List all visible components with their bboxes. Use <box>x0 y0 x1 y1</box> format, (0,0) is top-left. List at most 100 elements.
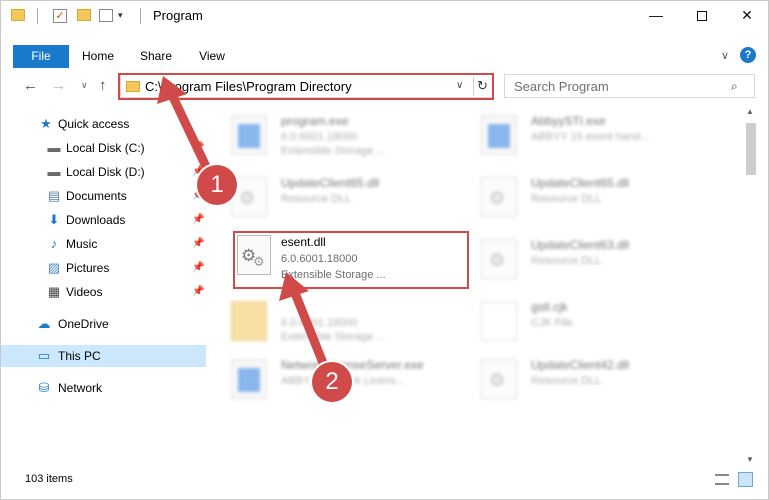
sidebar-item-label: Documents <box>66 189 127 203</box>
large-icons-view-icon[interactable] <box>738 472 753 487</box>
vertical-scrollbar[interactable]: ▲ ▼ <box>743 105 759 467</box>
sidebar-item-onedrive[interactable]: ☁ OneDrive <box>1 313 206 335</box>
file-detail: CJK File <box>531 317 573 329</box>
file-name: NetworkLicenseServer.exe <box>281 358 424 372</box>
up-button[interactable]: ↑ <box>99 77 107 94</box>
ribbon-tabs: File Home Share View ∨ ? <box>1 45 768 68</box>
documents-icon: ▤ <box>47 188 61 203</box>
pin-icon: 📌 <box>192 286 205 297</box>
file-list: program.exe 6.0.6001.18000 Extensible St… <box>211 105 741 467</box>
sidebar-item-label: Network <box>58 381 103 395</box>
navigation-bar: ← → ∨ ↑ C:\Program Files\Program Directo… <box>1 71 768 103</box>
file-name: esent.dll <box>281 235 326 249</box>
file-tile[interactable]: UpdateClient65.dll Resource DLL <box>211 169 441 229</box>
tab-home[interactable]: Home <box>71 45 125 68</box>
sidebar-item-quick-access[interactable]: ★ Quick access <box>1 113 206 135</box>
recent-locations-button[interactable]: ∨ <box>81 80 88 91</box>
file-detail: 6.0.6001.18000 <box>281 131 358 143</box>
dll-file-icon <box>481 239 517 279</box>
dll-file-icon: ⚙ ⚙ <box>237 235 271 275</box>
tab-file[interactable]: File <box>13 45 69 68</box>
file-detail: ABBYY 15 event hand... <box>531 131 650 143</box>
file-tile[interactable]: UpdateClient65.dll Resource DLL <box>461 169 691 229</box>
details-view-icon[interactable] <box>715 474 729 485</box>
exe-file-icon <box>231 359 267 399</box>
computer-icon: ▭ <box>37 348 51 363</box>
pin-icon: 📌 <box>192 142 205 153</box>
cloud-icon: ☁ <box>37 316 51 331</box>
sidebar-item-label: Local Disk (C:) <box>66 141 145 155</box>
sidebar-item-music[interactable]: ♪ Music 📌 <box>1 233 206 255</box>
file-tile[interactable]: UpdateClient42.dll Resource DLL <box>461 351 691 411</box>
sidebar-item-label: Pictures <box>66 261 110 275</box>
expand-ribbon-chevron-icon[interactable]: ∨ <box>721 49 729 62</box>
dll-file-icon <box>481 359 517 399</box>
file-detail: 6.0.6001.18000 <box>281 317 358 329</box>
file-description: Extensible Storage ... <box>281 269 386 281</box>
maximize-icon <box>697 11 707 22</box>
gear-icon: ⚙ <box>253 254 265 269</box>
properties-check-icon[interactable]: ✓ <box>53 9 67 23</box>
file-tile[interactable]: AbbyySTI.exe ABBYY 15 event hand... <box>461 107 691 167</box>
sidebar-item-this-pc[interactable]: ▭ This PC <box>1 345 206 367</box>
file-detail: Extensible Storage ... <box>281 331 386 343</box>
file-explorer-window: ✓ ▾ Program — ✕ File Home Share View ∨ ?… <box>0 0 769 500</box>
sidebar-item-documents[interactable]: ▤ Documents 📌 <box>1 185 206 207</box>
sidebar-item-label: OneDrive <box>58 317 109 331</box>
network-icon: ⛁ <box>38 380 50 395</box>
search-icon[interactable]: ⌕ <box>731 79 738 94</box>
pin-icon: 📌 <box>192 262 205 273</box>
properties-icon[interactable] <box>99 9 113 22</box>
scroll-up-arrow-icon[interactable]: ▲ <box>746 107 754 116</box>
new-folder-icon[interactable] <box>77 9 91 21</box>
scrollbar-thumb[interactable] <box>746 123 756 175</box>
exe-file-icon <box>231 115 267 155</box>
file-tile[interactable]: 6.0.6001.18000 Extensible Storage ... <box>211 293 441 353</box>
file-tile[interactable]: UpdateClient63.dll Resource DLL <box>461 231 691 291</box>
tab-view[interactable]: View <box>185 45 239 68</box>
close-button[interactable]: ✕ <box>724 1 768 31</box>
folder-icon <box>231 301 267 341</box>
search-placeholder: Search Program <box>514 79 609 94</box>
scroll-down-arrow-icon[interactable]: ▼ <box>746 455 754 464</box>
file-name: UpdateClient65.dll <box>281 176 380 190</box>
sidebar-item-pictures[interactable]: ▨ Pictures 📌 <box>1 257 206 279</box>
pictures-icon: ▨ <box>47 260 61 275</box>
search-input[interactable]: Search Program ⌕ <box>504 74 755 98</box>
address-highlight-box <box>118 73 494 100</box>
back-button[interactable]: ← <box>23 77 38 94</box>
maximize-button[interactable] <box>679 1 725 31</box>
sidebar-item-downloads[interactable]: ⬇ Downloads 📌 <box>1 209 206 231</box>
sidebar-item-local-disk-d[interactable]: ▬ Local Disk (D:) 📌 <box>1 161 206 183</box>
file-tile[interactable]: gstl.cjk CJK File <box>461 293 691 353</box>
sidebar-item-label: Local Disk (D:) <box>66 165 145 179</box>
file-name: UpdateClient42.dll <box>531 358 630 372</box>
sidebar-item-videos[interactable]: ▦ Videos 📌 <box>1 281 206 303</box>
generic-file-icon <box>481 301 517 341</box>
file-tile-esent-dll[interactable]: ⚙ ⚙ esent.dll 6.0.6001.18000 Extensible … <box>235 233 467 287</box>
tab-share[interactable]: Share <box>129 45 183 68</box>
file-detail: Resource DLL <box>281 193 352 205</box>
file-detail: Resource DLL <box>531 193 602 205</box>
file-tile[interactable]: program.exe 6.0.6001.18000 Extensible St… <box>211 107 441 167</box>
music-icon: ♪ <box>50 236 58 251</box>
drive-icon: ▬ <box>47 140 61 155</box>
sidebar-item-label: Downloads <box>66 213 126 227</box>
forward-button[interactable]: → <box>51 77 66 94</box>
file-version: 6.0.6001.18000 <box>281 253 358 265</box>
title-bar: ✓ ▾ Program — ✕ <box>1 1 768 31</box>
help-icon[interactable]: ? <box>740 47 756 63</box>
sidebar-item-local-disk-c[interactable]: ▬ Local Disk (C:) 📌 <box>1 137 206 159</box>
sidebar-item-label: Music <box>66 237 98 251</box>
file-detail: Resource DLL <box>531 255 602 267</box>
sidebar-item-label: Quick access <box>58 117 130 131</box>
download-icon: ⬇ <box>48 212 60 227</box>
status-bar: 103 items <box>1 469 768 491</box>
file-detail: Resource DLL <box>531 375 602 387</box>
sidebar-item-network[interactable]: ⛁ Network <box>1 377 206 399</box>
videos-icon: ▦ <box>47 284 61 299</box>
minimize-button[interactable]: — <box>633 1 679 31</box>
file-name: gstl.cjk <box>531 300 568 314</box>
quick-access-toolbar-dropdown[interactable]: ▾ <box>118 10 123 21</box>
folder-icon <box>11 9 25 21</box>
